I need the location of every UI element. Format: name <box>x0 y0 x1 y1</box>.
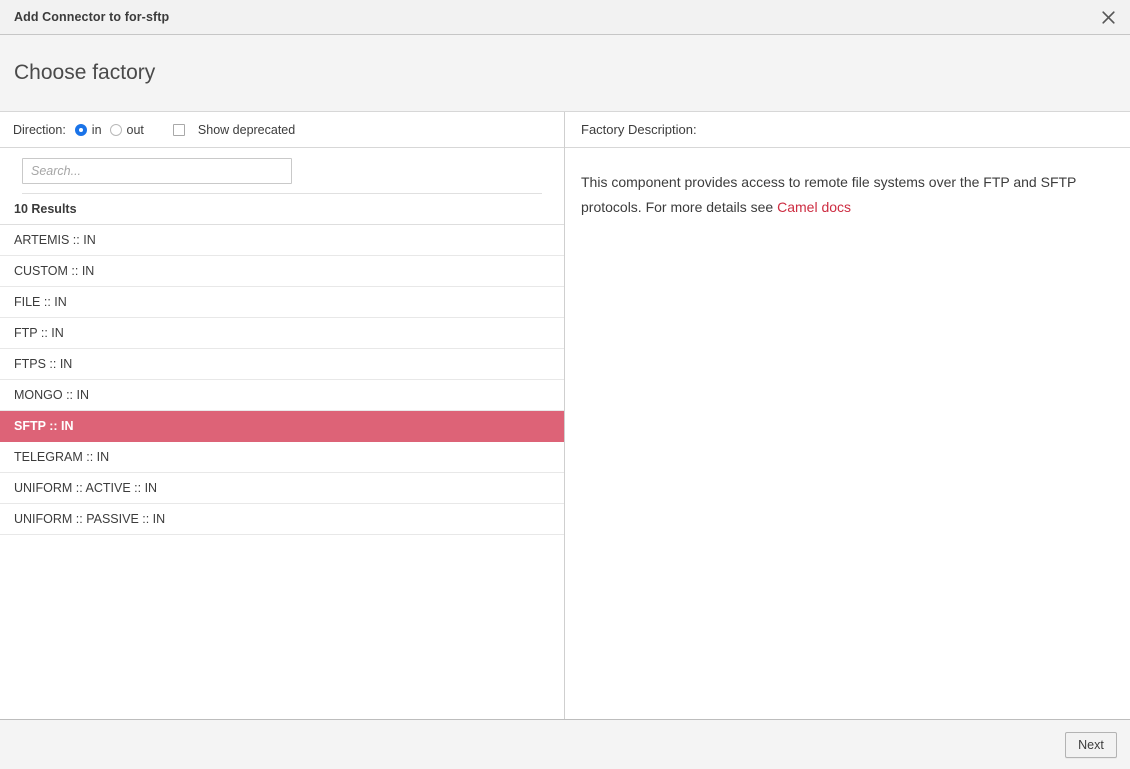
list-item-label: MONGO :: IN <box>14 388 89 402</box>
results-count: 10 Results <box>0 194 564 225</box>
radio-direction-in[interactable]: in <box>75 123 102 137</box>
direction-radio-group: in out <box>75 123 152 137</box>
list-item[interactable]: TELEGRAM :: IN <box>0 442 564 473</box>
list-item-label: CUSTOM :: IN <box>14 264 94 278</box>
search-input[interactable] <box>22 158 292 184</box>
list-item[interactable]: ARTEMIS :: IN <box>0 225 564 256</box>
list-item-label: ARTEMIS :: IN <box>14 233 96 247</box>
radio-in-label: in <box>92 123 102 137</box>
factory-description-pane: Factory Description: This component prov… <box>565 112 1130 719</box>
checkbox-show-deprecated[interactable]: Show deprecated <box>173 123 295 137</box>
list-item-label: FTPS :: IN <box>14 357 72 371</box>
dialog-footer: Next <box>0 719 1130 769</box>
direction-label: Direction: <box>13 123 66 137</box>
page-banner: Choose factory <box>0 35 1130 112</box>
add-connector-dialog: Add Connector to for-sftp Choose factory… <box>0 0 1130 769</box>
radio-direction-out[interactable]: out <box>110 123 144 137</box>
list-item[interactable]: UNIFORM :: ACTIVE :: IN <box>0 473 564 504</box>
factory-list-pane: Direction: in out Show deprecated <box>0 112 565 719</box>
list-item-label: UNIFORM :: ACTIVE :: IN <box>14 481 157 495</box>
dialog-title: Add Connector to for-sftp <box>14 10 169 24</box>
list-item-label: FTP :: IN <box>14 326 64 340</box>
dialog-titlebar: Add Connector to for-sftp <box>0 0 1130 35</box>
list-item[interactable]: UNIFORM :: PASSIVE :: IN <box>0 504 564 535</box>
radio-in-indicator[interactable] <box>75 124 87 136</box>
list-item[interactable]: FTPS :: IN <box>0 349 564 380</box>
factory-result-list[interactable]: ARTEMIS :: INCUSTOM :: INFILE :: INFTP :… <box>0 225 564 719</box>
list-item-label: TELEGRAM :: IN <box>14 450 109 464</box>
search-area <box>0 148 564 193</box>
dialog-body: Direction: in out Show deprecated <box>0 112 1130 719</box>
list-item[interactable]: FILE :: IN <box>0 287 564 318</box>
list-item-label: FILE :: IN <box>14 295 67 309</box>
page-title: Choose factory <box>14 61 155 85</box>
show-deprecated-label: Show deprecated <box>198 123 295 137</box>
list-item[interactable]: CUSTOM :: IN <box>0 256 564 287</box>
show-deprecated-indicator[interactable] <box>173 124 185 136</box>
list-item[interactable]: MONGO :: IN <box>0 380 564 411</box>
list-item-label: SFTP :: IN <box>14 419 74 433</box>
factory-description-body: This component provides access to remote… <box>565 148 1125 220</box>
radio-out-indicator[interactable] <box>110 124 122 136</box>
list-item[interactable]: SFTP :: IN <box>0 411 564 442</box>
camel-docs-link[interactable]: Camel docs <box>777 199 851 215</box>
list-item[interactable]: FTP :: IN <box>0 318 564 349</box>
radio-out-label: out <box>127 123 144 137</box>
list-item-label: UNIFORM :: PASSIVE :: IN <box>14 512 165 526</box>
filter-options-row: Direction: in out Show deprecated <box>0 112 564 148</box>
factory-description-header: Factory Description: <box>565 112 1130 148</box>
next-button[interactable]: Next <box>1065 732 1117 758</box>
close-icon[interactable] <box>1086 0 1130 34</box>
